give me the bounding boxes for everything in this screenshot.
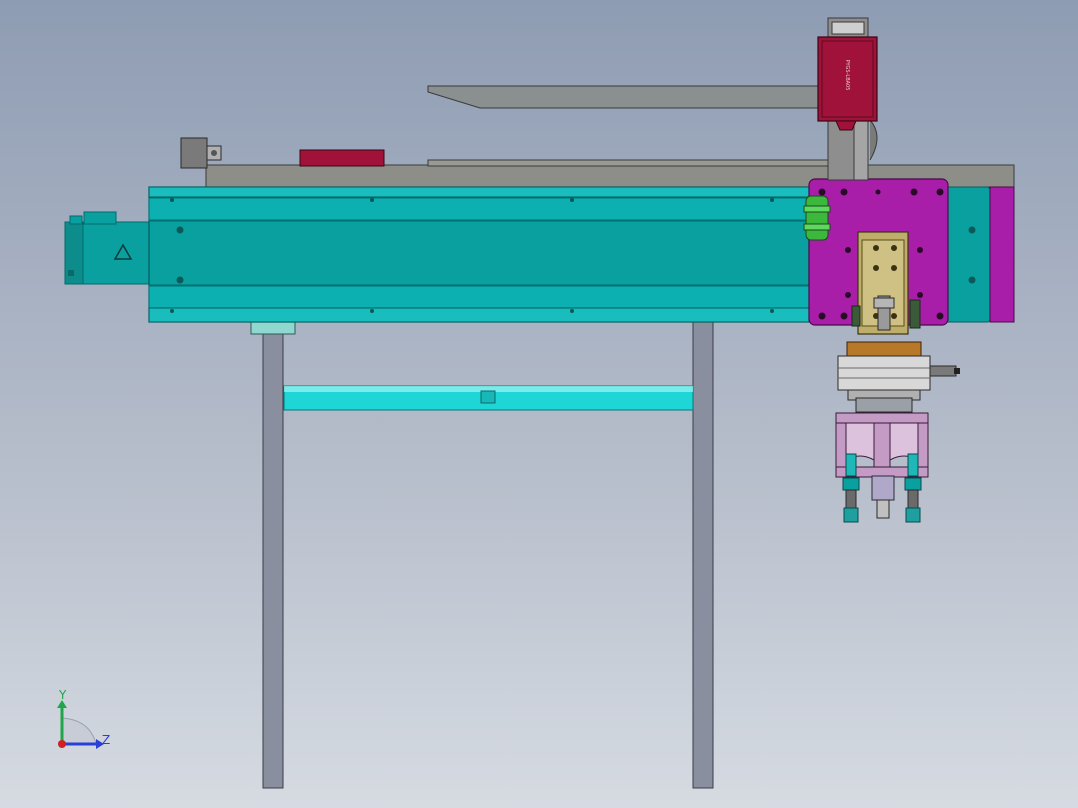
label-plate-text: PYGS-LBA05	[844, 60, 850, 91]
upper-arm[interactable]	[427, 85, 829, 109]
cad-viewport[interactable]: PYGS-LBA05 Y Z	[0, 0, 1078, 808]
cross-bar[interactable]	[283, 385, 694, 411]
servo-motor[interactable]	[64, 211, 150, 285]
z-axis-label: Z	[102, 733, 110, 747]
axis-triad: Y Z	[57, 688, 110, 749]
z-axis-motor-box[interactable]: PYGS-LBA05	[817, 36, 878, 131]
actuator-end-cap[interactable]	[944, 186, 1015, 323]
assembly-drawing[interactable]: PYGS-LBA05 Y Z	[0, 0, 1078, 808]
y-axis-label: Y	[58, 688, 67, 702]
center-pin[interactable]	[871, 475, 895, 519]
linear-actuator[interactable]	[148, 186, 810, 323]
green-damper[interactable]	[803, 195, 831, 241]
support-leg-right[interactable]	[692, 321, 714, 789]
top-label-block[interactable]	[299, 149, 385, 167]
rotary-stage[interactable]	[837, 341, 960, 413]
sensor-block[interactable]	[180, 137, 222, 169]
